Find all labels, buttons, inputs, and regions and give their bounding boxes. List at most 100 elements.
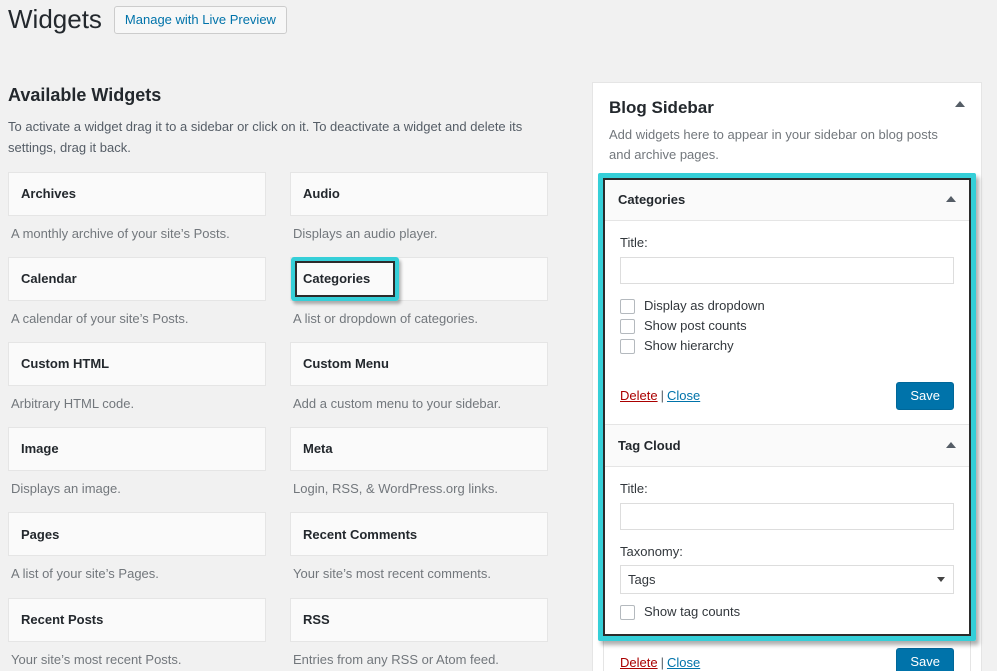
sidebar-widget-title: Categories	[618, 192, 685, 207]
available-widget-image[interactable]: Image	[8, 427, 266, 471]
sidebar-widget-header-tag-cloud[interactable]: Tag Cloud	[604, 425, 970, 467]
widgets-page: Widgets Manage with Live Preview Availab…	[0, 0, 997, 671]
available-widget-calendar[interactable]: Calendar	[8, 257, 266, 301]
sidebar-widget-body-categories: Title:Display as dropdownShow post count…	[604, 221, 970, 370]
available-widget-description: A list of your site’s Pages.	[11, 565, 266, 583]
close-link[interactable]: Close	[667, 655, 700, 670]
page-title: Widgets	[8, 3, 102, 37]
available-widget: Custom HTMLArbitrary HTML code.	[8, 342, 266, 413]
available-widget: Categories A list or dropdown of categori…	[290, 257, 548, 328]
available-widget-description: Add a custom menu to your sidebar.	[293, 395, 548, 413]
available-widget-pages[interactable]: Pages	[8, 512, 266, 556]
checkbox-row: Show hierarchy	[620, 338, 954, 355]
available-widgets-section: Available Widgets To activate a widget d…	[8, 84, 568, 172]
delete-link[interactable]: Delete	[620, 655, 658, 670]
title-field-label: Title:	[620, 481, 954, 498]
available-widget-title: Custom Menu	[303, 356, 389, 372]
checkbox-label[interactable]: Show hierarchy	[644, 338, 734, 355]
available-widget: Custom Menu Add a custom menu to your sid…	[290, 342, 548, 413]
sidebar-name: Blog Sidebar	[609, 97, 965, 119]
checkbox-label[interactable]: Display as dropdown	[644, 298, 765, 315]
available-widget-rss[interactable]: RSS	[290, 598, 548, 642]
available-widgets-column-left: Archives A monthly archive of your site’s…	[8, 172, 266, 671]
available-widget: RSS Entries from any RSS or Atom feed.	[290, 598, 548, 669]
available-widget: Recent Posts Your site’s most recent Post…	[8, 598, 266, 669]
available-widget-description: A monthly archive of your site’s Posts.	[11, 225, 266, 243]
sidebar-widget-header-categories[interactable]: Categories	[604, 179, 970, 221]
checkbox-label[interactable]: Show post counts	[644, 318, 747, 335]
available-widget-custom-html[interactable]: Custom HTML	[8, 342, 266, 386]
checkbox-show-hierarchy[interactable]	[620, 339, 635, 354]
available-widget-title: Audio	[303, 186, 340, 202]
checkbox-label[interactable]: Show tag counts	[644, 604, 740, 621]
save-button-tag-cloud[interactable]: Save	[896, 648, 954, 671]
available-widget-title: Image	[21, 441, 59, 457]
caret-up-icon[interactable]	[955, 101, 965, 107]
sidebar-widget-categories: Categories Title:Display as dropdownShow …	[603, 178, 971, 425]
available-widget-title: Calendar	[21, 271, 77, 287]
delete-link[interactable]: Delete	[620, 388, 658, 403]
chevron-down-icon	[937, 577, 945, 582]
taxonomy-selected-value: Tags	[628, 572, 655, 587]
sidebar-panel: Blog Sidebar Add widgets here to appear …	[592, 82, 982, 671]
sidebar-widget-title: Tag Cloud	[618, 438, 681, 453]
blog-sidebar-section: Blog Sidebar Add widgets here to appear …	[592, 82, 982, 671]
available-widget-recent-posts[interactable]: Recent Posts	[8, 598, 266, 642]
checkbox-row: Display as dropdown	[620, 298, 954, 315]
available-widget: Image Displays an image.	[8, 427, 266, 498]
title-input-tag-cloud[interactable]	[620, 503, 954, 530]
sidebar-widget-body-tag-cloud: Title: Taxonomy: Tags Show tag counts	[604, 467, 970, 637]
checkbox-display-as-dropdown[interactable]	[620, 299, 635, 314]
page-header: Widgets Manage with Live Preview	[0, 0, 997, 38]
manage-with-live-preview-button[interactable]: Manage with Live Preview	[114, 6, 287, 34]
taxonomy-select[interactable]: Tags	[620, 565, 954, 594]
sidebar-description: Add widgets here to appear in your sideb…	[609, 125, 965, 164]
available-widget-title: RSS	[303, 612, 330, 628]
available-widgets-heading: Available Widgets	[8, 84, 568, 107]
available-widget-recent-comments[interactable]: Recent Comments	[290, 512, 548, 556]
available-widget-audio[interactable]: Audio	[290, 172, 548, 216]
available-widget-meta[interactable]: Meta	[290, 427, 548, 471]
title-input-categories[interactable]	[620, 257, 954, 284]
caret-up-icon[interactable]	[946, 442, 956, 448]
sidebar-widget-list: CategoriesTitle:Display as dropdownShow …	[593, 178, 981, 671]
checkbox-row: Show tag counts	[620, 604, 954, 621]
available-widget-description: Displays an audio player.	[293, 225, 548, 243]
available-widget: Recent Comments Your site’s most recent c…	[290, 512, 548, 583]
available-widget-description: Entries from any RSS or Atom feed.	[293, 651, 548, 669]
checkbox-show-post-counts[interactable]	[620, 319, 635, 334]
available-widget-description: Displays an image.	[11, 480, 266, 498]
available-widget: Archives A monthly archive of your site’s…	[8, 172, 266, 243]
available-widgets-description: To activate a widget drag it to a sideba…	[8, 117, 538, 157]
available-widget: Audio Displays an audio player.	[290, 172, 548, 243]
available-widget-description: Your site’s most recent Posts.	[11, 651, 266, 669]
sidebar-header: Blog Sidebar Add widgets here to appear …	[593, 83, 981, 178]
widget-action-links: Delete|Close	[620, 388, 700, 403]
available-widget: Meta Login, RSS, & WordPress.org links.	[290, 427, 548, 498]
available-widget-categories[interactable]: Categories	[290, 257, 548, 301]
available-widget-description: Login, RSS, & WordPress.org links.	[293, 480, 548, 498]
available-widget-title: Recent Posts	[21, 612, 103, 628]
available-widget-title: Archives	[21, 186, 76, 202]
available-widget-title: Categories	[303, 271, 370, 287]
save-button-categories[interactable]: Save	[896, 382, 954, 410]
available-widget-title: Recent Comments	[303, 527, 417, 543]
link-separator: |	[658, 655, 667, 670]
available-widget-description: Your site’s most recent comments.	[293, 565, 548, 583]
close-link[interactable]: Close	[667, 388, 700, 403]
caret-up-icon[interactable]	[946, 196, 956, 202]
widget-actions-tag-cloud: Delete|Close Save	[604, 636, 970, 671]
available-widget-archives[interactable]: Archives	[8, 172, 266, 216]
available-widget: Calendar A calendar of your site’s Posts.	[8, 257, 266, 328]
checkbox-row: Show post counts	[620, 318, 954, 335]
available-widget-title: Pages	[21, 527, 59, 543]
available-widget-description: A calendar of your site’s Posts.	[11, 310, 266, 328]
widget-action-links: Delete|Close	[620, 655, 700, 670]
taxonomy-field-label: Taxonomy:	[620, 544, 954, 561]
available-widget-title: Meta	[303, 441, 333, 457]
available-widget-custom-menu[interactable]: Custom Menu	[290, 342, 548, 386]
available-widget-description: A list or dropdown of categories.	[293, 310, 548, 328]
sidebar-widget-tag-cloud: Tag Cloud Title: Taxonomy: Tags Show tag cou…	[603, 425, 971, 671]
checkbox-show-tag-counts[interactable]	[620, 605, 635, 620]
link-separator: |	[658, 388, 667, 403]
